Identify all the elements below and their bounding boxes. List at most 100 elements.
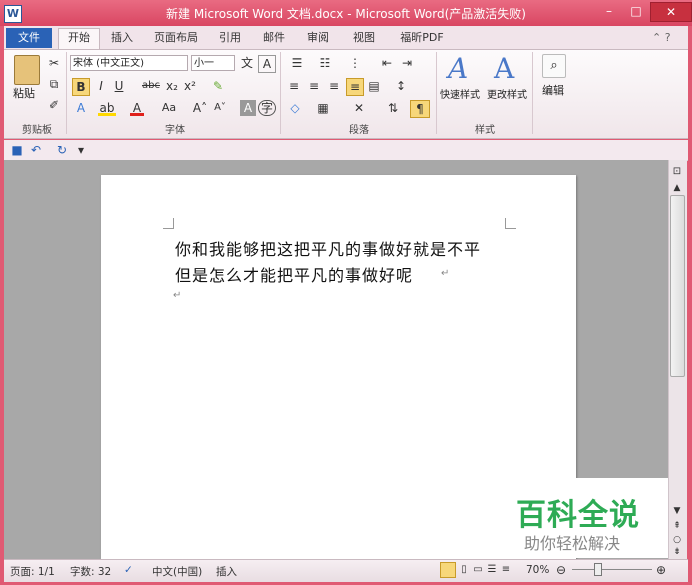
paragraph-mark: ↵ xyxy=(173,290,182,301)
group-separator xyxy=(280,52,281,134)
borders-icon[interactable]: ▦ xyxy=(314,100,332,116)
enclose-char-icon[interactable]: 字 xyxy=(258,100,276,116)
char-border-icon[interactable]: A xyxy=(258,55,276,73)
paste-label[interactable]: 粘贴 xyxy=(13,85,35,101)
help-icon[interactable]: ⌃ ? xyxy=(652,31,671,44)
shrink-font-button[interactable]: A˅ xyxy=(212,100,228,116)
sort-icon[interactable]: ⇅ xyxy=(384,100,402,116)
cut-icon[interactable]: ✂ xyxy=(46,55,62,71)
scroll-up-icon[interactable]: ▲ xyxy=(670,180,684,196)
watermark-title: 百科全说 xyxy=(516,498,640,533)
quick-styles-label[interactable]: 快速样式 xyxy=(440,86,480,101)
group-separator xyxy=(532,52,533,134)
text-effects-icon[interactable]: A xyxy=(72,100,90,116)
highlight-icon[interactable]: ab xyxy=(98,100,116,116)
tab-home[interactable]: 开始 xyxy=(58,28,100,50)
paste-icon[interactable] xyxy=(14,55,40,85)
font-name-combo[interactable]: 宋体 (中文正文) xyxy=(70,55,188,71)
group-separator xyxy=(66,52,67,134)
find-icon[interactable]: ⌕ xyxy=(542,54,566,78)
group-label-paragraph: 段落 xyxy=(349,125,369,136)
minimize-button[interactable]: – xyxy=(596,2,622,20)
status-insert-mode[interactable]: 插入 xyxy=(216,564,237,579)
format-painter-icon[interactable]: ✐ xyxy=(46,97,62,113)
print-layout-icon[interactable] xyxy=(440,562,456,578)
underline-button[interactable]: U xyxy=(112,78,126,94)
margin-corner-mark xyxy=(163,218,174,229)
copy-icon[interactable]: ⧉ xyxy=(46,76,62,92)
justify-icon[interactable]: ≡ xyxy=(346,78,364,96)
zoom-in-icon[interactable]: ⊕ xyxy=(654,562,668,578)
tab-insert[interactable]: 插入 xyxy=(106,30,138,48)
align-center-icon[interactable]: ≡ xyxy=(306,78,322,94)
next-page-icon[interactable]: ⇟ xyxy=(670,544,684,560)
save-icon[interactable]: ■ xyxy=(10,142,24,158)
status-language[interactable]: 中文(中国) xyxy=(152,564,202,579)
status-page[interactable]: 页面: 1/1 xyxy=(10,564,55,579)
draft-icon[interactable]: ≡ xyxy=(500,562,512,578)
proofing-icon[interactable]: ✓ xyxy=(124,564,133,576)
customize-qat-icon[interactable]: ▾ xyxy=(76,142,86,158)
align-left-icon[interactable]: ≡ xyxy=(286,78,302,94)
align-right-icon[interactable]: ≡ xyxy=(326,78,342,94)
margin-corner-mark xyxy=(505,218,516,229)
superscript-button[interactable]: x² xyxy=(182,78,198,94)
clear-formatting-icon[interactable]: ✎ xyxy=(210,78,226,94)
tab-foxit-pdf[interactable]: 福昕PDF xyxy=(394,30,450,48)
redo-icon[interactable]: ↻ xyxy=(54,142,70,158)
shading-icon[interactable]: ◇ xyxy=(286,100,304,116)
zoom-out-icon[interactable]: ⊖ xyxy=(554,562,568,578)
zoom-level[interactable]: 70% xyxy=(526,564,549,576)
phonetic-guide-icon[interactable]: 文 xyxy=(239,55,255,71)
change-styles-label[interactable]: 更改样式 xyxy=(487,86,527,101)
tab-file[interactable]: 文件 xyxy=(6,28,52,48)
document-text-line-2[interactable]: 但是怎么才能把平凡的事做好呢 xyxy=(175,262,413,286)
group-label-clipboard: 剪贴板 xyxy=(22,125,52,136)
tab-page-layout[interactable]: 页面布局 xyxy=(148,30,204,48)
watermark-subtitle: 助你轻松解决 xyxy=(524,534,621,553)
strikethrough-button[interactable]: abc xyxy=(140,78,162,94)
tab-view[interactable]: 视图 xyxy=(348,30,380,48)
line-spacing-icon[interactable]: ↕ xyxy=(392,78,410,94)
close-button[interactable]: ✕ xyxy=(650,2,692,22)
ruler-toggle-icon[interactable]: ⊡ xyxy=(670,164,684,180)
editing-label[interactable]: 编辑 xyxy=(542,82,564,98)
tab-references[interactable]: 引用 xyxy=(214,30,246,48)
tab-review[interactable]: 审阅 xyxy=(302,30,334,48)
quick-access-toolbar xyxy=(4,140,688,161)
group-label-styles: 样式 xyxy=(475,125,495,136)
grow-font-button[interactable]: A˄ xyxy=(192,100,208,116)
subscript-button[interactable]: x₂ xyxy=(164,78,180,94)
document-page[interactable] xyxy=(101,175,576,559)
numbering-icon[interactable]: ☷ xyxy=(314,55,336,71)
italic-button[interactable]: I xyxy=(94,78,108,94)
bullets-icon[interactable]: ☰ xyxy=(286,55,308,71)
scrollbar-thumb[interactable] xyxy=(670,195,685,377)
document-text-line-1[interactable]: 你和我能够把这把平凡的事做好就是不平 xyxy=(175,236,481,260)
increase-indent-icon[interactable]: ⇥ xyxy=(398,55,416,71)
tab-mailings[interactable]: 邮件 xyxy=(258,30,290,48)
bold-button[interactable]: B xyxy=(72,78,90,96)
font-color-icon[interactable]: A xyxy=(130,100,144,116)
undo-icon[interactable]: ↶ xyxy=(28,142,44,158)
zoom-slider-thumb[interactable] xyxy=(594,563,602,576)
multilevel-list-icon[interactable]: ⋮ xyxy=(344,55,366,71)
maximize-button[interactable]: □ xyxy=(623,2,649,20)
char-shading-icon[interactable]: A xyxy=(240,100,256,116)
web-layout-icon[interactable]: ▭ xyxy=(472,562,484,578)
font-size-combo[interactable]: 小一 xyxy=(191,55,235,71)
paragraph-mark: ↵ xyxy=(441,268,450,279)
chinese-layout-icon[interactable]: ✕ xyxy=(350,100,368,116)
show-marks-icon[interactable]: ¶ xyxy=(410,100,430,118)
quick-styles-icon[interactable]: A xyxy=(448,52,468,85)
status-word-count[interactable]: 字数: 32 xyxy=(70,564,111,579)
window-title: 新建 Microsoft Word 文档.docx - Microsoft Wo… xyxy=(166,7,526,21)
zoom-slider-track[interactable] xyxy=(572,569,652,570)
change-styles-icon[interactable]: A xyxy=(494,52,514,85)
scroll-down-icon[interactable]: ▼ xyxy=(670,503,684,519)
change-case-button[interactable]: Aa xyxy=(158,100,180,116)
decrease-indent-icon[interactable]: ⇤ xyxy=(378,55,396,71)
distributed-icon[interactable]: ▤ xyxy=(366,78,382,94)
outline-icon[interactable]: ☰ xyxy=(486,562,498,578)
full-screen-reading-icon[interactable]: ▯ xyxy=(458,562,470,578)
